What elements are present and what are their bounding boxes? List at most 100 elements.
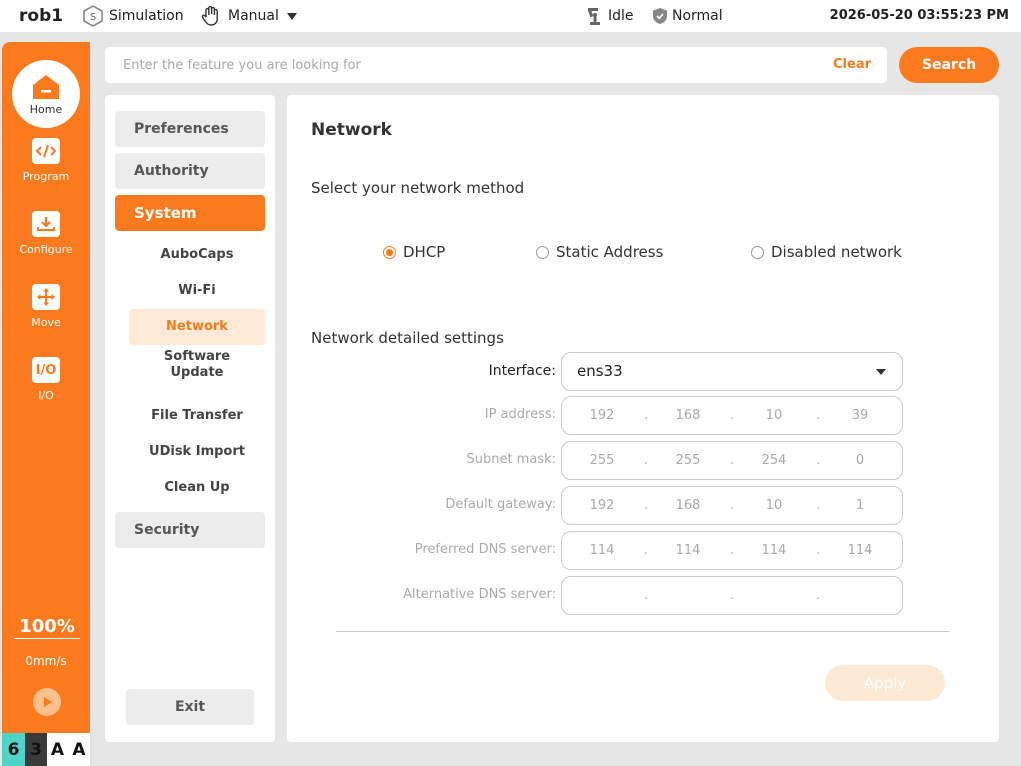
- robot-arm-icon: [588, 8, 600, 25]
- ip-dot: .: [644, 588, 649, 603]
- menu-sub-udisk-import[interactable]: UDisk Import: [129, 434, 265, 470]
- ip-octet: 192: [589, 498, 615, 513]
- chevron-down-icon: [286, 12, 297, 20]
- page-title: Network: [311, 120, 392, 140]
- menu-security[interactable]: Security: [115, 512, 265, 548]
- ip-octet: 0: [855, 453, 865, 468]
- radio-button[interactable]: [536, 245, 549, 259]
- network-method-heading: Select your network method: [311, 179, 525, 197]
- radio-disabled-label: Disabled network: [771, 243, 902, 261]
- simulation-icon: S: [83, 5, 103, 27]
- radio-button-checked[interactable]: [383, 245, 396, 259]
- exit-button[interactable]: Exit: [126, 689, 254, 725]
- simulation-label: Simulation: [109, 8, 184, 24]
- safety-status-indicator: Normal: [652, 0, 723, 32]
- simulation-indicator[interactable]: S Simulation: [81, 0, 184, 32]
- datetime-display: 2026-05-20 03:55:23 PM: [829, 8, 1009, 23]
- ip-octet: 114: [761, 543, 787, 558]
- robot-name: rob1: [19, 6, 64, 26]
- menu-sub-wifi[interactable]: Wi-Fi: [129, 273, 265, 309]
- code-icon: [32, 138, 60, 164]
- radio-button[interactable]: [751, 245, 764, 259]
- menu-sub-network[interactable]: Network: [129, 309, 265, 345]
- play-icon: [44, 697, 52, 707]
- ip-octet: 114: [675, 543, 701, 558]
- radio-static-label: Static Address: [556, 243, 664, 261]
- ip-dot: .: [730, 543, 735, 558]
- menu-preferences[interactable]: Preferences: [115, 111, 265, 147]
- nav-program[interactable]: Program: [2, 138, 90, 183]
- alternative-dns-label: Alternative DNS server:: [403, 587, 556, 602]
- search-button[interactable]: Search: [899, 47, 999, 83]
- ip-dot: .: [730, 498, 735, 513]
- top-status-bar: rob1 S Simulation Manual Idle Normal 202…: [0, 0, 1021, 32]
- subnet-mask-field: 255 . 255 . 254 . 0: [561, 441, 903, 480]
- ip-dot: .: [816, 408, 821, 423]
- apply-button[interactable]: Apply: [825, 665, 945, 701]
- ip-octet: 114: [589, 543, 615, 558]
- speed-value: 0mm/s: [25, 654, 67, 668]
- search-input[interactable]: [123, 47, 813, 83]
- menu-sub-software-update[interactable]: Software Update: [129, 347, 265, 383]
- ip-address-label: IP address:: [484, 407, 556, 422]
- ip-dot: .: [644, 498, 649, 513]
- nav-configure-label: Configure: [19, 243, 73, 256]
- ip-dot: .: [730, 408, 735, 423]
- status-box: 3: [25, 733, 47, 766]
- menu-sub-clean-up[interactable]: Clean Up: [129, 470, 265, 506]
- nav-home[interactable]: Home: [12, 60, 80, 128]
- mode-label: Manual: [228, 8, 279, 24]
- radio-dhcp[interactable]: DHCP: [383, 243, 445, 261]
- nav-home-label: Home: [29, 102, 63, 116]
- ip-dot: .: [644, 543, 649, 558]
- shield-icon: [653, 8, 667, 24]
- move-arrows-icon: [32, 284, 60, 310]
- ip-dot: .: [816, 498, 821, 513]
- nav-move[interactable]: Move: [2, 284, 90, 329]
- ip-dot: .: [644, 408, 649, 423]
- ip-octet: 168: [675, 498, 701, 513]
- ip-dot: .: [816, 453, 821, 468]
- interface-select[interactable]: ens33: [561, 352, 903, 391]
- ip-octet: 254: [761, 453, 787, 468]
- ip-octet: 1: [855, 498, 865, 513]
- speed-percentage[interactable]: 100%: [14, 616, 80, 639]
- menu-sub-file-transfer[interactable]: File Transfer: [129, 398, 265, 434]
- svg-text:S: S: [90, 12, 96, 23]
- radio-disabled-network[interactable]: Disabled network: [751, 243, 902, 261]
- chevron-down-icon: [876, 369, 886, 375]
- safety-status-label: Normal: [672, 8, 723, 24]
- ip-octet: 255: [589, 453, 615, 468]
- ip-octet: 114: [847, 543, 873, 558]
- status-box: A: [47, 733, 68, 766]
- nav-io[interactable]: I/O I/O: [2, 357, 90, 402]
- ip-octet: 39: [851, 408, 869, 423]
- clear-button[interactable]: Clear: [833, 57, 871, 72]
- download-icon: [32, 211, 60, 237]
- menu-system[interactable]: System: [115, 195, 265, 231]
- ip-dot: .: [644, 453, 649, 468]
- status-box: 6: [2, 733, 25, 766]
- nav-configure[interactable]: Configure: [2, 211, 90, 256]
- settings-menu: Preferences Authority System AuboCaps Wi…: [105, 95, 275, 742]
- feature-search-bar: Clear: [105, 47, 887, 83]
- play-button[interactable]: [33, 688, 61, 716]
- robot-state-label: Idle: [608, 8, 634, 24]
- robot-state-indicator: Idle: [586, 0, 634, 32]
- menu-sub-software-update-label: Software Update: [163, 349, 231, 380]
- home-icon: [33, 74, 59, 99]
- nav-program-label: Program: [22, 170, 70, 183]
- ip-dot: .: [730, 588, 735, 603]
- menu-sub-aubocaps[interactable]: AuboCaps: [129, 237, 265, 273]
- ip-dot: .: [730, 453, 735, 468]
- radio-dhcp-label: DHCP: [403, 243, 446, 261]
- menu-authority[interactable]: Authority: [115, 153, 265, 189]
- io-icon-text: I/O: [35, 362, 57, 378]
- status-indicator-boxes: 6 3 A A: [2, 733, 90, 766]
- ip-octet: 10: [765, 408, 783, 423]
- radio-static-address[interactable]: Static Address: [536, 243, 663, 261]
- main-navigation: Home Program Configure Move I/O I/O 100%…: [2, 42, 90, 740]
- default-gateway-field: 192 . 168 . 10 . 1: [561, 486, 903, 525]
- nav-move-label: Move: [31, 316, 61, 329]
- mode-selector[interactable]: Manual: [200, 0, 297, 32]
